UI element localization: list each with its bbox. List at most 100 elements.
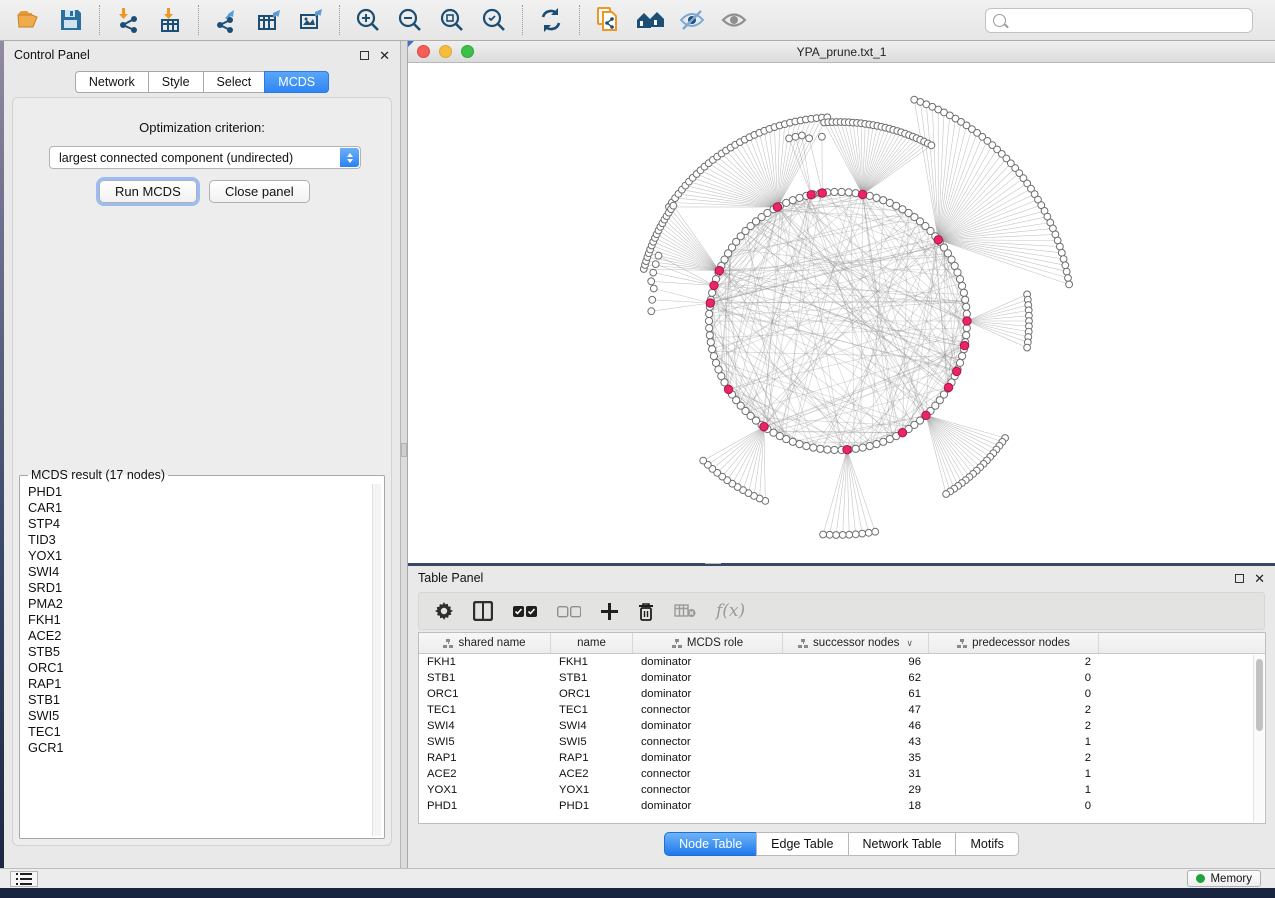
column-menu-chevron-icon[interactable]: ∨ xyxy=(906,638,913,649)
save-session-icon[interactable] xyxy=(56,5,86,35)
table-cell: dominator xyxy=(633,672,783,684)
run-mcds-button[interactable]: Run MCDS xyxy=(99,180,197,203)
select-all-icon[interactable] xyxy=(513,605,537,618)
close-panel-button[interactable]: Close panel xyxy=(209,180,310,203)
tab-style[interactable]: Style xyxy=(148,71,203,93)
splitter-grip[interactable] xyxy=(401,443,407,457)
mcds-list-scrollbar[interactable] xyxy=(372,484,381,836)
mcds-node-item[interactable]: GCR1 xyxy=(28,740,370,756)
mcds-node-item[interactable]: STP4 xyxy=(28,516,370,532)
column-header-predecessor-nodes[interactable]: predecessor nodes xyxy=(929,633,1099,653)
toolbar-separator xyxy=(198,5,199,35)
mcds-node-item[interactable]: PMA2 xyxy=(28,596,370,612)
table-row[interactable]: SWI5SWI5connector431 xyxy=(419,734,1253,750)
close-panel-icon[interactable]: ✕ xyxy=(379,51,390,60)
import-table-icon[interactable] xyxy=(155,5,185,35)
column-header-name[interactable]: name xyxy=(551,633,633,653)
zoom-out-icon[interactable] xyxy=(395,5,425,35)
export-network-icon[interactable] xyxy=(212,5,242,35)
mcds-node-item[interactable]: STB5 xyxy=(28,644,370,660)
table-cell: 1 xyxy=(929,768,1099,780)
memory-status-icon xyxy=(1196,874,1205,883)
column-header-shared-name[interactable]: shared name xyxy=(419,633,551,653)
table-row[interactable]: ORC1ORC1dominator610 xyxy=(419,686,1253,702)
mcds-node-item[interactable]: SWI5 xyxy=(28,708,370,724)
node-table[interactable]: shared namenameMCDS role successor nodes ∨… xyxy=(418,632,1266,824)
mcds-node-item[interactable]: ORC1 xyxy=(28,660,370,676)
table-cell: SWI4 xyxy=(419,720,551,732)
duplicate-network-icon[interactable] xyxy=(593,5,623,35)
mcds-node-item[interactable]: STB1 xyxy=(28,692,370,708)
import-network-icon[interactable] xyxy=(113,5,143,35)
delete-column-icon[interactable] xyxy=(638,602,654,621)
float-panel-icon[interactable] xyxy=(1235,574,1244,583)
column-header-MCDS-role[interactable]: MCDS role xyxy=(633,633,783,653)
column-type-icon xyxy=(957,639,967,648)
scrollbar-thumb[interactable] xyxy=(1256,659,1263,731)
settings-gear-icon[interactable] xyxy=(435,602,453,620)
tab-select[interactable]: Select xyxy=(203,71,265,93)
tab-network-table[interactable]: Network Table xyxy=(848,832,956,856)
mcds-node-item[interactable]: PHD1 xyxy=(28,484,370,500)
vertical-splitter[interactable] xyxy=(401,41,408,868)
first-neighbors-icon[interactable] xyxy=(635,5,665,35)
network-window-titlebar[interactable]: YPA_prune.txt_1 xyxy=(408,41,1275,63)
tab-mcds[interactable]: MCDS xyxy=(264,71,329,93)
table-cell: 2 xyxy=(929,720,1099,732)
add-column-icon[interactable] xyxy=(601,603,618,620)
table-row[interactable]: PHD1PHD1dominator180 xyxy=(419,798,1253,814)
function-builder-icon: f(x) xyxy=(716,601,745,621)
show-all-icon[interactable] xyxy=(719,5,749,35)
network-canvas[interactable] xyxy=(408,63,1275,563)
mcds-node-item[interactable]: TEC1 xyxy=(28,724,370,740)
search-box[interactable] xyxy=(985,8,1253,33)
zoom-selected-icon[interactable] xyxy=(479,5,509,35)
mcds-node-item[interactable]: YOX1 xyxy=(28,548,370,564)
mcds-node-item[interactable]: SRD1 xyxy=(28,580,370,596)
table-row[interactable]: ACE2ACE2connector311 xyxy=(419,766,1253,782)
column-label: predecessor nodes xyxy=(972,637,1070,649)
mcds-node-item[interactable]: FKH1 xyxy=(28,612,370,628)
table-row[interactable]: STB1STB1dominator620 xyxy=(419,670,1253,686)
table-cell: SWI5 xyxy=(551,736,633,748)
tab-edge-table[interactable]: Edge Table xyxy=(756,832,847,856)
hide-selected-icon[interactable] xyxy=(677,5,707,35)
table-panel-tabs: Node TableEdge TableNetwork TableMotifs xyxy=(408,832,1275,856)
table-row[interactable]: SWI4SWI4dominator462 xyxy=(419,718,1253,734)
network-graph xyxy=(408,63,1275,563)
mcds-node-item[interactable]: ACE2 xyxy=(28,628,370,644)
mcds-node-item[interactable]: SWI4 xyxy=(28,564,370,580)
search-input[interactable] xyxy=(1011,14,1245,28)
column-mode-icon[interactable] xyxy=(473,601,493,621)
column-label: successor nodes xyxy=(813,637,899,649)
table-row[interactable]: FKH1FKH1dominator962 xyxy=(419,654,1253,670)
table-cell: 0 xyxy=(929,800,1099,812)
frame-resize-corner[interactable] xyxy=(408,41,414,47)
close-panel-icon[interactable]: ✕ xyxy=(1254,574,1265,583)
column-header-successor-nodes[interactable]: successor nodes ∨ xyxy=(783,633,929,653)
tab-motifs[interactable]: Motifs xyxy=(955,832,1018,856)
table-row[interactable]: TEC1TEC1connector472 xyxy=(419,702,1253,718)
export-table-icon[interactable] xyxy=(254,5,284,35)
task-history-button[interactable] xyxy=(10,871,38,887)
tab-node-table[interactable]: Node Table xyxy=(664,832,756,856)
mcds-node-item[interactable]: CAR1 xyxy=(28,500,370,516)
mcds-result-list[interactable]: PHD1CAR1STP4TID3YOX1SWI4SRD1PMA2FKH1ACE2… xyxy=(21,484,370,836)
mcds-node-item[interactable]: RAP1 xyxy=(28,676,370,692)
table-cell: 43 xyxy=(783,736,929,748)
deselect-all-icon[interactable] xyxy=(557,605,581,618)
table-scrollbar[interactable] xyxy=(1253,655,1264,822)
mcds-node-item[interactable]: TID3 xyxy=(28,532,370,548)
float-panel-icon[interactable] xyxy=(360,51,369,60)
zoom-fit-icon[interactable] xyxy=(437,5,467,35)
apply-layout-icon[interactable] xyxy=(536,5,566,35)
mcds-result-title: MCDS result (17 nodes) xyxy=(28,468,168,482)
open-session-icon[interactable] xyxy=(14,5,44,35)
tab-network[interactable]: Network xyxy=(75,71,148,93)
criterion-dropdown[interactable]: largest connected component (undirected) xyxy=(49,146,361,169)
table-row[interactable]: RAP1RAP1dominator352 xyxy=(419,750,1253,766)
table-row[interactable]: YOX1YOX1connector291 xyxy=(419,782,1253,798)
zoom-in-icon[interactable] xyxy=(353,5,383,35)
export-image-icon[interactable] xyxy=(296,5,326,35)
memory-button[interactable]: Memory xyxy=(1187,870,1261,887)
